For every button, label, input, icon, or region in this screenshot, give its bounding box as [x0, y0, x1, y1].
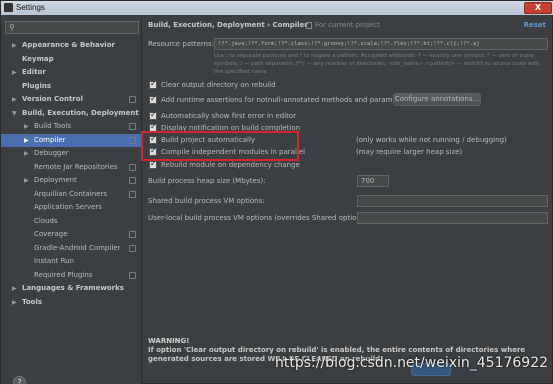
sidebar-item-label: Keymap — [22, 54, 54, 63]
sidebar-item-label: Application Servers — [34, 203, 102, 211]
project-scope-icon — [129, 123, 136, 130]
sidebar-item-plugins[interactable]: Plugins — [1, 80, 142, 94]
breadcrumb: Build, Execution, Deployment › Compiler — [148, 21, 308, 29]
chevron-right-icon[interactable]: ▶ — [24, 120, 29, 134]
user-vm-input[interactable] — [357, 212, 548, 224]
show-first-error-checkbox[interactable] — [149, 110, 157, 120]
heap-size-input[interactable]: 700 — [357, 175, 389, 187]
title-bar: Settings X — [1, 1, 553, 15]
heap-size-label: Build process heap size (Mbytes): — [148, 177, 266, 185]
settings-window: Settings X ⚲ ▶ Appearance & Behavior Keyma… — [0, 0, 553, 384]
reset-link[interactable]: Reset — [524, 21, 546, 29]
runtime-assertions-label: Add runtime assertions for notnull-annot… — [161, 96, 411, 104]
resource-patterns-label: Resource patterns: — [148, 40, 215, 48]
compiler-settings-panel: Build, Execution, Deployment › Compiler … — [143, 15, 553, 384]
search-icon: ⚲ — [9, 23, 15, 32]
sidebar-item-keymap[interactable]: Keymap — [1, 53, 142, 67]
sidebar-item-label: Clouds — [34, 216, 58, 225]
rebuild-module-label: Rebuild module on dependency change — [161, 161, 300, 169]
rebuild-module-checkbox[interactable] — [149, 159, 157, 169]
sidebar-item-label: Appearance & Behavior — [22, 41, 115, 49]
sidebar-item-appearance-behavior[interactable]: ▶ Appearance & Behavior — [1, 39, 142, 53]
project-scope-icon — [129, 231, 136, 238]
sidebar-item-label: Coverage — [34, 230, 68, 238]
sidebar-item-label: Plugins — [22, 81, 52, 90]
chevron-right-icon[interactable]: ▶ — [12, 66, 17, 80]
chevron-right-icon[interactable]: ▶ — [24, 174, 29, 188]
panel-header: Build, Execution, Deployment › Compiler … — [143, 15, 553, 35]
sidebar-item-clouds[interactable]: Clouds — [1, 215, 142, 229]
sidebar-item-label: Editor — [22, 68, 46, 76]
sidebar-item-label: Arquillian Containers — [34, 189, 108, 198]
settings-tree: ▶ Appearance & Behavior Keymap ▶ Editor Plugi… — [1, 39, 142, 309]
clear-output-checkbox[interactable] — [149, 79, 157, 89]
sidebar-item-gradle-android-compiler[interactable]: Gradle-Android Compiler — [1, 242, 142, 256]
scope-label: For current project — [315, 21, 380, 29]
project-scope-icon — [129, 136, 136, 144]
show-first-error-label: Automatically show first error in editor — [161, 112, 297, 120]
chevron-right-icon[interactable]: ▶ — [12, 93, 17, 107]
sidebar-item-coverage[interactable]: Coverage — [1, 228, 142, 242]
chevron-right-icon[interactable]: ▶ — [24, 147, 29, 161]
project-scope-icon — [129, 163, 136, 171]
chevron-right-icon[interactable]: ▶ — [12, 39, 17, 53]
sidebar-item-label: Compiler — [34, 135, 66, 144]
compile-parallel-note: (may require larger heap size) — [356, 148, 463, 156]
settings-sidebar: ⚲ ▶ Appearance & Behavior Keymap ▶ Editor Plu… — [1, 15, 142, 384]
sidebar-item-label: Version Control — [22, 95, 83, 103]
sidebar-item-editor[interactable]: ▶ Editor — [1, 66, 142, 80]
sidebar-item-label: Required Plugins — [34, 270, 93, 279]
sidebar-item-label: Languages & Frameworks — [22, 284, 124, 292]
runtime-assertions-checkbox[interactable] — [149, 94, 157, 104]
sidebar-item-version-control[interactable]: ▶ Version Control — [1, 93, 142, 107]
watermark-text: https://blog.csdn.net/weixin_45176922 — [275, 355, 549, 371]
sidebar-item-label: Remote Jar Repositories — [34, 162, 118, 171]
resource-patterns-hint: Use ; to separate patterns and ! to nega… — [214, 53, 540, 75]
close-button[interactable]: X — [524, 2, 552, 14]
shared-vm-input[interactable] — [357, 195, 548, 207]
build-automatically-note: (only works while not running / debuggin… — [356, 136, 507, 144]
sidebar-item-application-servers[interactable]: Application Servers — [1, 201, 142, 215]
sidebar-item-instant-run[interactable]: Instant Run — [1, 255, 142, 269]
project-scope-icon — [129, 96, 136, 103]
sidebar-item-debugger[interactable]: ▶ Debugger — [1, 147, 142, 161]
project-scope-icon — [129, 271, 136, 279]
shared-vm-label: Shared build process VM options: — [148, 197, 265, 205]
chevron-right-icon[interactable]: ▶ — [24, 134, 29, 148]
sidebar-item-build-execution-deployment[interactable]: ▼ Build, Execution, Deployment — [1, 107, 142, 121]
settings-search-input[interactable]: ⚲ — [5, 21, 139, 34]
sidebar-item-label: Instant Run — [34, 257, 75, 265]
project-scope-icon — [306, 22, 312, 29]
sidebar-item-label: Debugger — [34, 149, 69, 157]
sidebar-item-label: Gradle-Android Compiler — [34, 243, 121, 252]
sidebar-item-arquillian-containers[interactable]: Arquillian Containers — [1, 188, 142, 202]
sidebar-item-languages-frameworks[interactable]: ▶ Languages & Frameworks — [1, 282, 142, 296]
sidebar-item-build-tools[interactable]: ▶ Build Tools — [1, 120, 142, 134]
chevron-down-icon[interactable]: ▼ — [12, 107, 17, 121]
project-scope-icon — [129, 177, 136, 184]
sidebar-item-label: Tools — [22, 297, 43, 306]
red-highlight-box — [141, 131, 299, 161]
sidebar-item-label: Build, Execution, Deployment — [22, 108, 139, 117]
sidebar-item-compiler[interactable]: ▶ Compiler — [1, 133, 142, 148]
chevron-right-icon[interactable]: ▶ — [12, 296, 17, 310]
sidebar-item-required-plugins[interactable]: Required Plugins — [1, 269, 142, 283]
configure-annotations-button[interactable]: Configure annotations... — [393, 93, 481, 106]
sidebar-item-label: Deployment — [34, 176, 77, 184]
sidebar-item-remote-jar-repositories[interactable]: Remote Jar Repositories — [1, 161, 142, 175]
sidebar-item-label: Build Tools — [34, 122, 72, 130]
app-icon — [4, 3, 13, 12]
project-scope-icon — [129, 244, 136, 252]
window-title: Settings — [16, 3, 45, 12]
help-button[interactable]: ? — [13, 376, 26, 384]
clear-output-label: Clear output directory on rebuild — [161, 81, 276, 89]
chevron-right-icon[interactable]: ▶ — [12, 282, 17, 296]
sidebar-item-deployment[interactable]: ▶ Deployment — [1, 174, 142, 188]
user-vm-label: User-local build process VM options (ove… — [148, 214, 370, 222]
warning-title: WARNING! — [148, 337, 190, 345]
resource-patterns-input[interactable]: !?*.java;!?*.form;!?*.class;!?*.groovy;!… — [214, 38, 548, 50]
project-scope-icon — [129, 190, 136, 198]
sidebar-item-tools[interactable]: ▶ Tools — [1, 296, 142, 310]
